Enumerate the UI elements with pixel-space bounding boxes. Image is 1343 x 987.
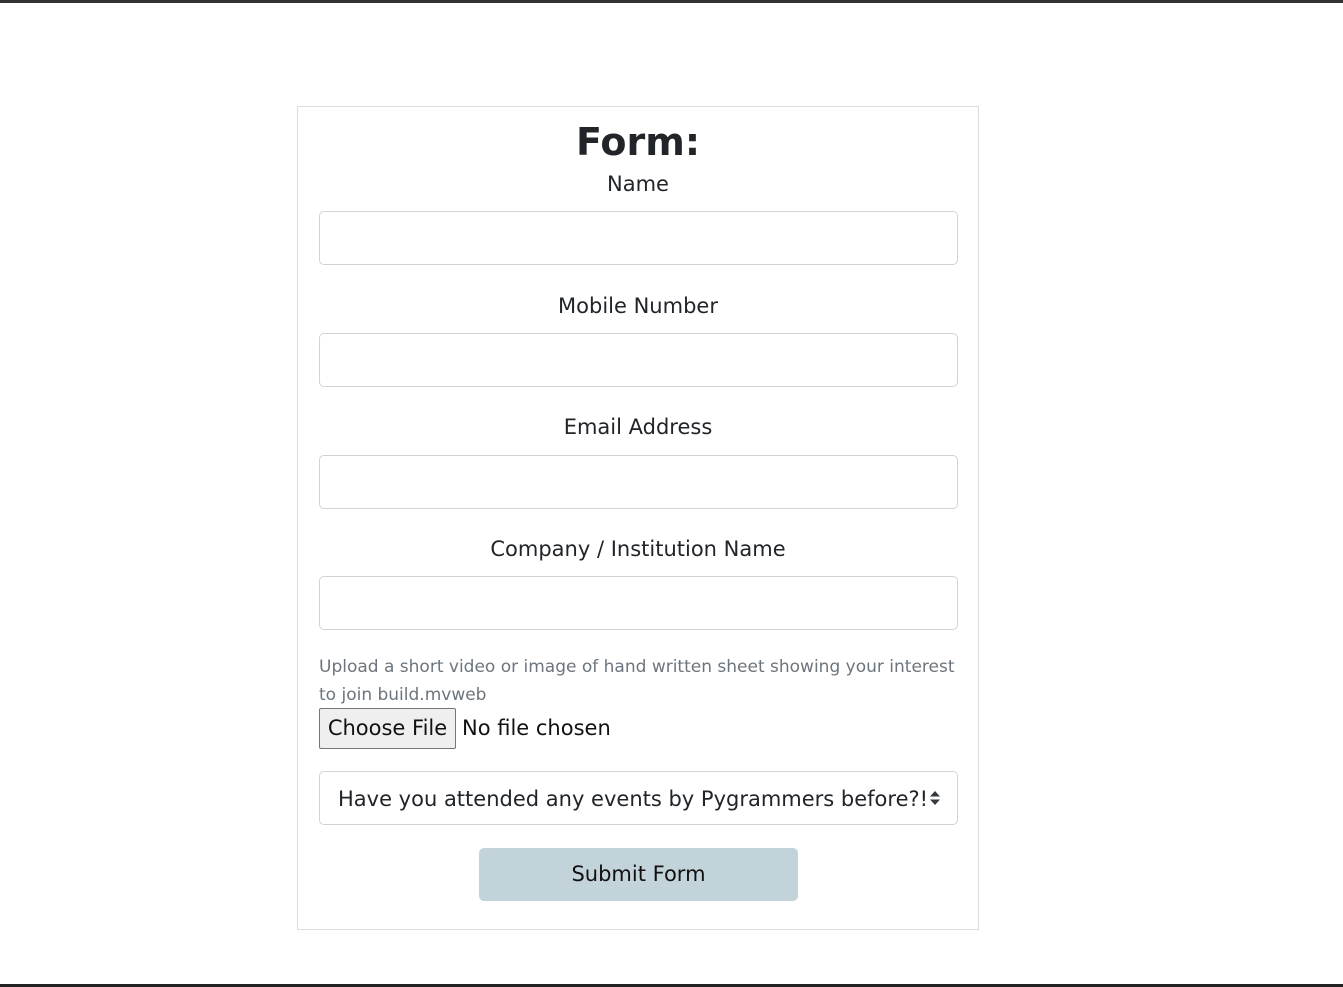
select-arrows-icon xyxy=(930,791,940,805)
choose-file-button[interactable]: Choose File xyxy=(319,708,456,749)
company-name-input[interactable] xyxy=(319,576,958,630)
form-title: Form: xyxy=(575,120,701,164)
mobile-number-label: Mobile Number xyxy=(558,294,718,318)
submit-form-button[interactable]: Submit Form xyxy=(479,848,798,901)
name-input[interactable] xyxy=(319,211,958,265)
email-address-label: Email Address xyxy=(563,415,713,439)
mobile-number-input[interactable] xyxy=(319,333,958,387)
file-status-text: No file chosen xyxy=(462,716,611,740)
company-name-label: Company / Institution Name xyxy=(490,537,786,561)
signup-form-card: Form: Name Mobile Number Email Address C… xyxy=(297,106,979,930)
select-selected-value: Have you attended any events by Pygramme… xyxy=(338,787,929,811)
email-address-input[interactable] xyxy=(319,455,958,509)
top-border xyxy=(0,0,1343,3)
upload-help-text: Upload a short video or image of hand wr… xyxy=(319,657,955,705)
name-label: Name xyxy=(607,172,669,196)
events-attended-select[interactable]: Have you attended any events by Pygramme… xyxy=(319,771,958,825)
